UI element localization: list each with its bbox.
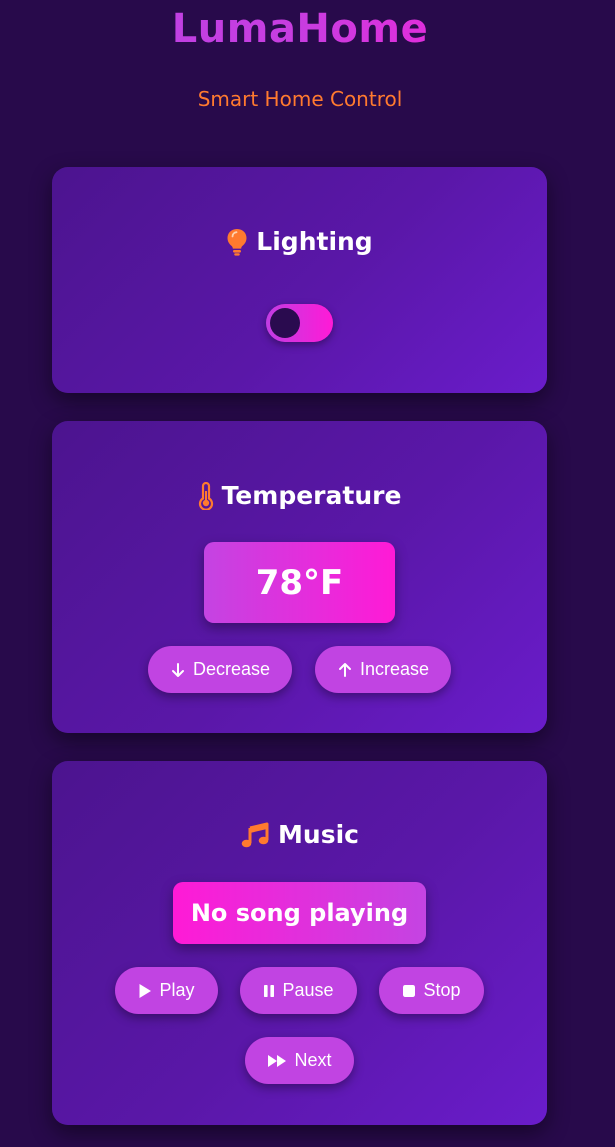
stop-label: Stop: [423, 980, 461, 1000]
fast-forward-icon: [268, 1054, 287, 1067]
increase-label: Increase: [359, 659, 430, 679]
pause-icon: [264, 984, 275, 997]
music-note-icon: [241, 822, 269, 847]
now-playing-display: No song playing: [173, 882, 426, 944]
temperature-value: 78°F: [204, 542, 395, 623]
play-button[interactable]: Play: [115, 967, 218, 1014]
arrow-down-icon: [171, 662, 184, 677]
pause-button[interactable]: Pause: [240, 967, 357, 1014]
decrease-label: Decrease: [192, 659, 271, 679]
increase-button[interactable]: Increase: [315, 646, 451, 693]
app-subtitle: Smart Home Control: [197, 87, 403, 111]
toggle-knob: [270, 308, 300, 338]
temperature-heading-label: Temperature: [221, 481, 402, 510]
temperature-card: Temperature 78°F Decrease Increase: [52, 421, 547, 733]
lighting-heading: Lighting: [52, 227, 547, 256]
arrow-up-icon: [338, 662, 351, 677]
lighting-toggle[interactable]: [266, 304, 333, 342]
stop-icon: [403, 984, 416, 997]
next-button[interactable]: Next: [245, 1037, 354, 1084]
pause-label: Pause: [282, 980, 334, 1000]
decrease-button[interactable]: Decrease: [148, 646, 292, 693]
temperature-heading: Temperature: [52, 481, 547, 510]
lighting-card: Lighting: [52, 167, 547, 393]
lighting-heading-label: Lighting: [256, 227, 373, 256]
thermometer-icon: [198, 481, 213, 510]
lightbulb-icon: [227, 228, 247, 256]
stop-button[interactable]: Stop: [379, 967, 484, 1014]
music-heading: Music: [52, 820, 547, 849]
play-label: Play: [159, 980, 195, 1000]
music-heading-label: Music: [278, 820, 359, 849]
next-label: Next: [294, 1050, 332, 1070]
music-card: Music No song playing Play Pause Stop Ne…: [52, 761, 547, 1125]
app-title: LumaHome: [0, 6, 600, 52]
play-icon: [139, 983, 152, 998]
